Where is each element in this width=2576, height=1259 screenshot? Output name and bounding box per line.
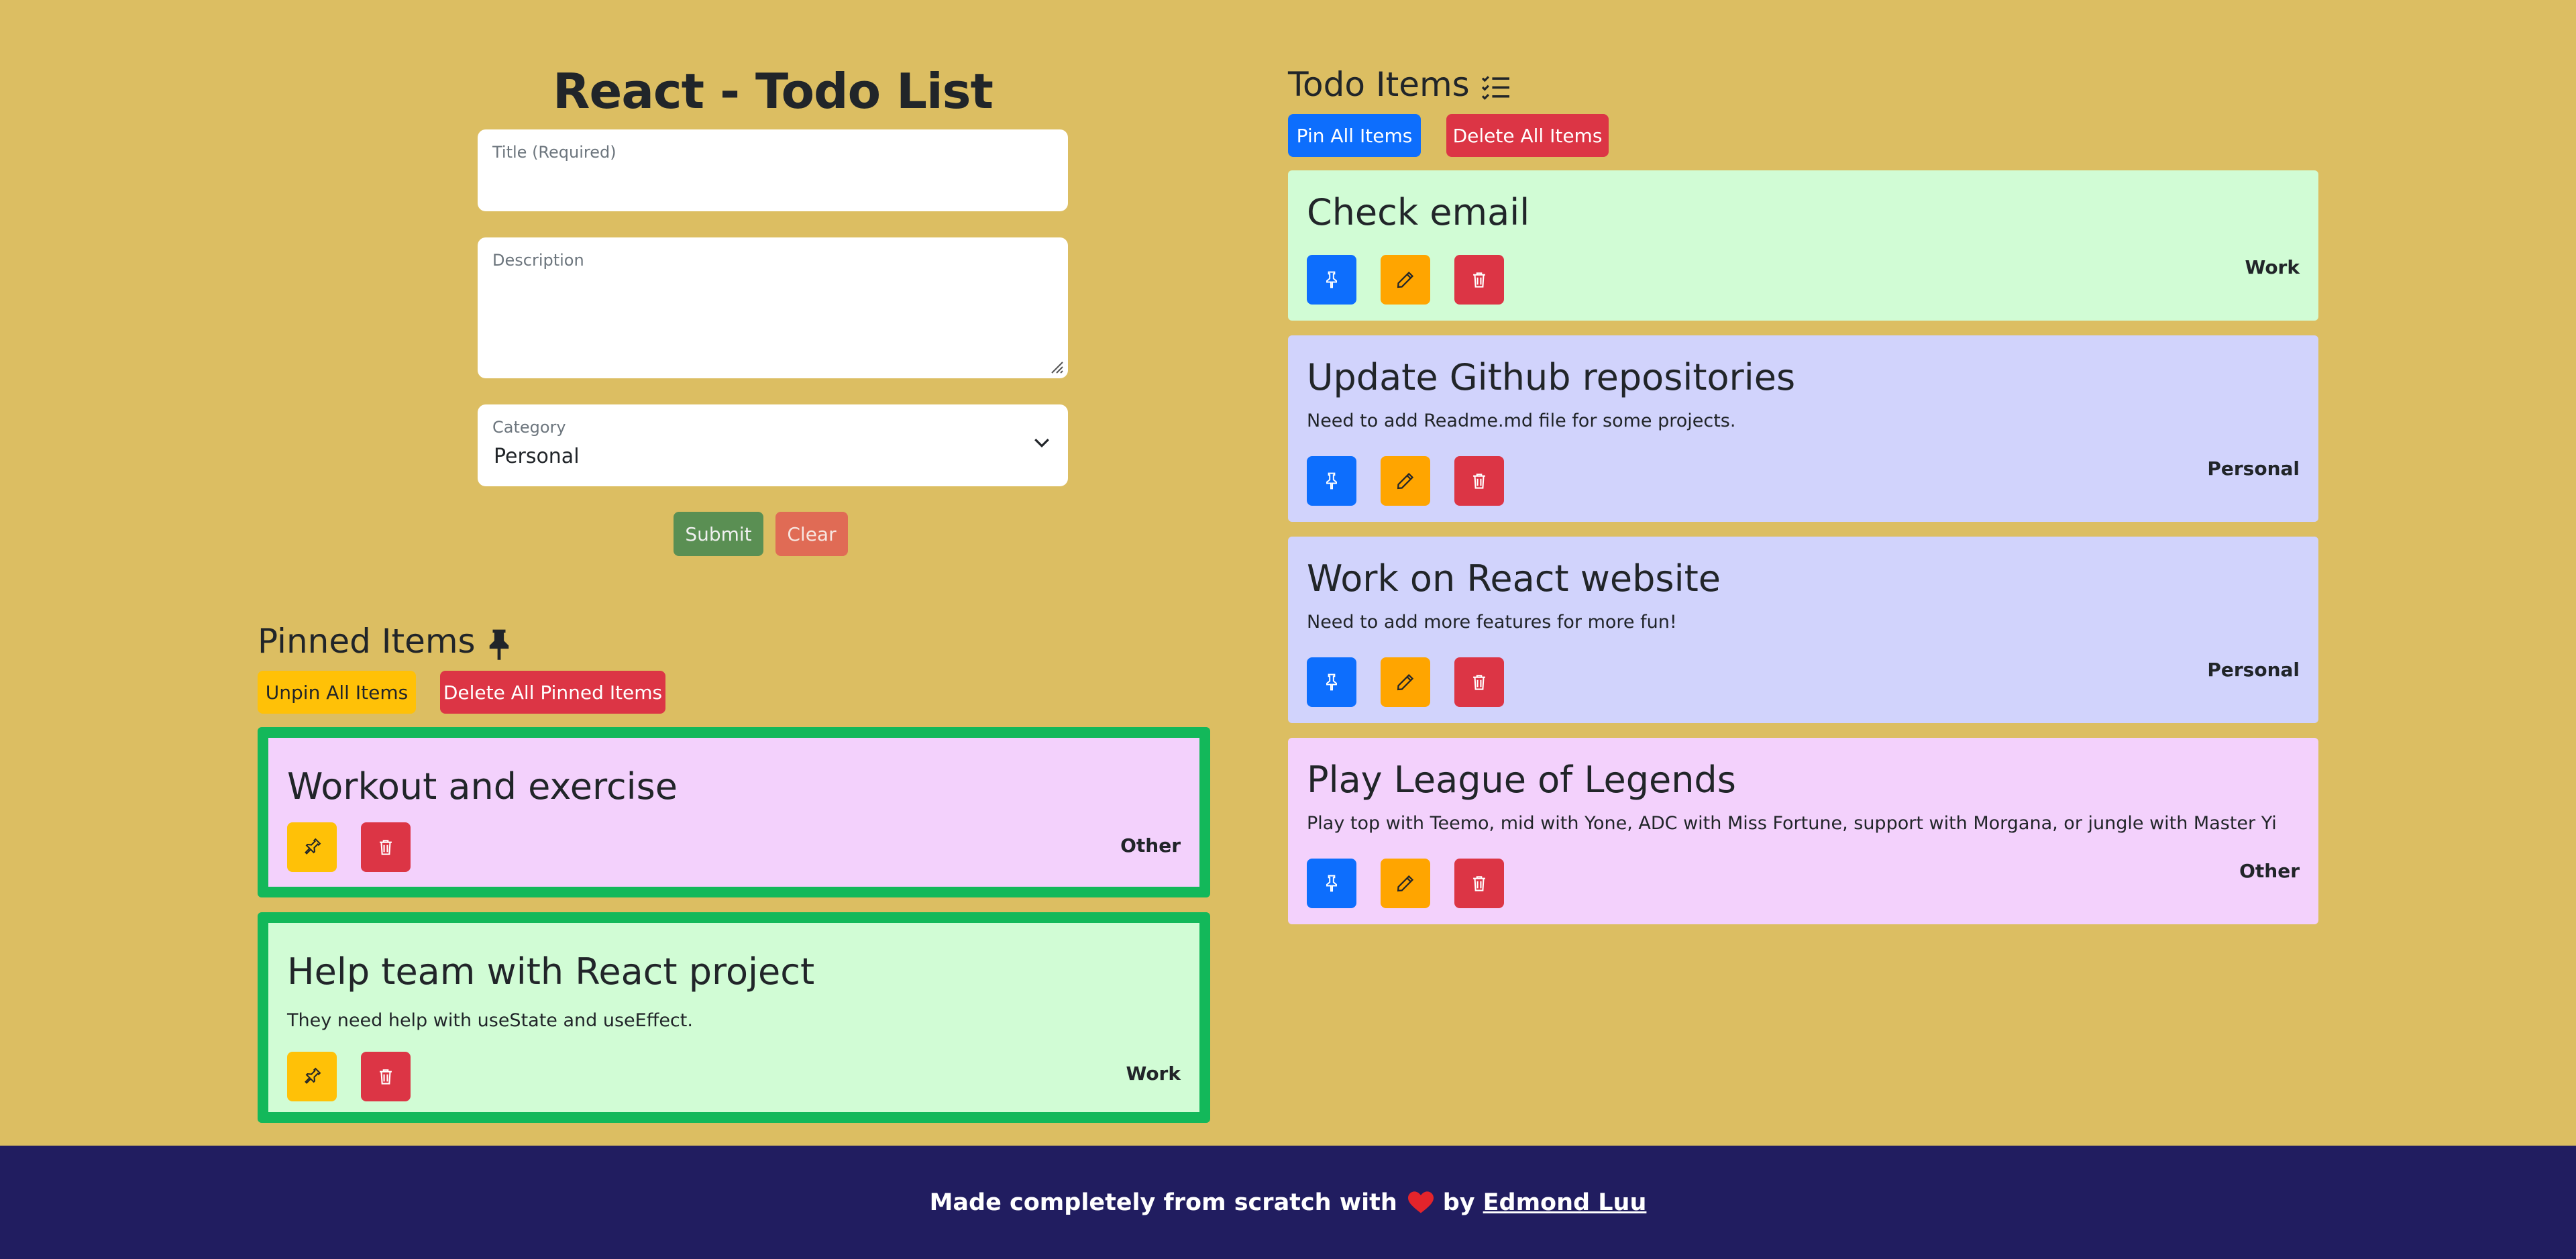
delete-button[interactable] (361, 1052, 411, 1101)
pin-icon (489, 629, 508, 660)
edit-button[interactable] (1381, 456, 1430, 506)
category-label: Other (2239, 860, 2300, 882)
delete-all-pinned-button[interactable]: Delete All Pinned Items (440, 671, 665, 714)
pinned-items-heading-text: Pinned Items (258, 622, 476, 661)
delete-button[interactable] (1454, 657, 1504, 707)
todo-items-heading-text: Todo Items (1288, 65, 1470, 104)
todo-description: Need to add Readme.md file for some proj… (1307, 410, 1736, 431)
category-label: Work (1126, 1062, 1181, 1085)
list-check-icon (1481, 75, 1509, 100)
todo-item-card: Update Github repositories Need to add R… (1288, 335, 2318, 522)
pinned-item-card: Workout and exercise Other (258, 727, 1210, 897)
pencil-icon (1397, 472, 1414, 490)
pin-all-button[interactable]: Pin All Items (1288, 114, 1421, 157)
delete-button[interactable] (361, 822, 411, 872)
title-input[interactable]: Title (Required) (478, 129, 1068, 211)
delete-button[interactable] (1454, 859, 1504, 908)
edit-button[interactable] (1381, 859, 1430, 908)
title-input-label: Title (Required) (492, 143, 616, 162)
todo-item-card: Work on React website Need to add more f… (1288, 537, 2318, 723)
category-select[interactable]: Category Personal (478, 404, 1068, 486)
pencil-icon (1397, 673, 1414, 691)
heart-icon (1407, 1191, 1434, 1213)
todo-title: Work on React website (1307, 557, 1721, 600)
pinned-items-heading: Pinned Items (258, 621, 512, 661)
todo-item-card: Play League of Legends Play top with Tee… (1288, 738, 2318, 924)
pin-icon (305, 1067, 321, 1084)
unpin-all-button[interactable]: Unpin All Items (258, 671, 416, 714)
author-link[interactable]: Edmond Luu (1483, 1189, 1647, 1216)
trash-icon (1473, 272, 1485, 288)
page-title: React - Todo List (553, 63, 994, 119)
unpin-button[interactable] (287, 1052, 337, 1101)
todo-description: Play top with Teemo, mid with Yone, ADC … (1307, 813, 2277, 834)
delete-button[interactable] (1454, 456, 1504, 506)
description-textarea[interactable]: Description (478, 237, 1068, 378)
footer-by-text: by (1442, 1189, 1475, 1216)
todo-title: Update Github repositories (1307, 356, 1796, 398)
category-label: Personal (2207, 659, 2300, 681)
todo-title: Help team with React project (287, 950, 815, 993)
category-label: Work (2245, 256, 2300, 278)
trash-icon (380, 1069, 392, 1085)
todo-description: They need help with useState and useEffe… (287, 1010, 693, 1031)
chevron-down-icon (1034, 438, 1049, 448)
submit-button[interactable]: Submit (674, 512, 763, 556)
pencil-icon (1397, 271, 1414, 288)
pin-icon (1326, 271, 1337, 288)
footer-text: Made completely from scratch with (929, 1189, 1397, 1216)
footer: Made completely from scratch with by Edm… (0, 1146, 2576, 1259)
pencil-icon (1397, 875, 1414, 892)
pinned-item-card: Help team with React project They need h… (258, 912, 1210, 1123)
pin-icon (305, 838, 321, 855)
pin-icon (1326, 472, 1337, 490)
unpin-button[interactable] (287, 822, 337, 872)
trash-icon (380, 840, 392, 855)
edit-button[interactable] (1381, 255, 1430, 305)
todo-item-card: Check email Work (1288, 170, 2318, 321)
pin-button[interactable] (1307, 456, 1356, 506)
trash-icon (1473, 474, 1485, 489)
delete-button[interactable] (1454, 255, 1504, 305)
edit-button[interactable] (1381, 657, 1430, 707)
pin-button[interactable] (1307, 255, 1356, 305)
todo-items-heading: Todo Items (1288, 64, 1511, 105)
trash-icon (1473, 876, 1485, 891)
description-label: Description (492, 251, 584, 270)
todo-title: Check email (1307, 191, 1530, 233)
pin-icon (1326, 875, 1337, 892)
resize-handle-icon[interactable] (1049, 360, 1064, 374)
category-label: Category (492, 418, 566, 437)
category-selected-value: Personal (494, 445, 580, 468)
category-label: Other (1120, 834, 1181, 857)
delete-all-button[interactable]: Delete All Items (1446, 114, 1609, 157)
pin-button[interactable] (1307, 657, 1356, 707)
todo-description: Need to add more features for more fun! (1307, 612, 1677, 633)
pin-icon (1326, 673, 1337, 691)
trash-icon (1473, 675, 1485, 690)
clear-button[interactable]: Clear (775, 512, 848, 556)
todo-title: Play League of Legends (1307, 759, 1736, 801)
category-label: Personal (2207, 457, 2300, 480)
todo-title: Workout and exercise (287, 765, 678, 808)
pin-button[interactable] (1307, 859, 1356, 908)
